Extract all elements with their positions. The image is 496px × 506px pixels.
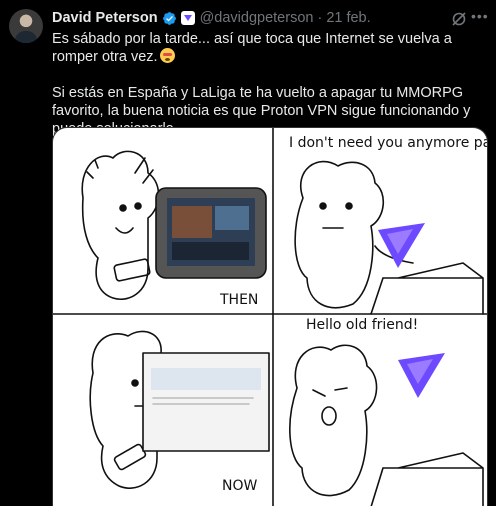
label-now: NOW: [222, 478, 258, 494]
author-name[interactable]: David Peterson: [52, 10, 158, 26]
more-icon[interactable]: •••: [471, 9, 489, 27]
proton-vpn-logo-top: [378, 223, 425, 268]
character-then: [81, 150, 160, 300]
exploding-head-emoji-icon: [159, 48, 175, 63]
proton-vpn-logo-bottom: [398, 353, 445, 398]
proton-affiliate-icon[interactable]: [180, 11, 195, 25]
tweet-header: David Peterson @davidgpeterson · 21 feb.: [52, 9, 371, 27]
tweet-text-paragraph-1: Es sábado por la tarde... así que toca q…: [52, 30, 488, 66]
comic-drawing: [53, 128, 487, 506]
character-then-right: [294, 160, 384, 309]
gamepad: [113, 258, 151, 282]
author-handle[interactable]: @davidgpeterson: [200, 10, 314, 26]
speech-bottom: Hello old friend!: [306, 317, 419, 333]
author-avatar[interactable]: [9, 9, 43, 43]
tweet[interactable]: David Peterson @davidgpeterson · 21 feb.…: [0, 0, 496, 506]
blocked-page: [142, 352, 270, 452]
controller-now: [113, 443, 147, 471]
tweet-date[interactable]: 21 feb.: [326, 10, 370, 26]
grok-icon[interactable]: [451, 11, 467, 27]
verified-badge-icon[interactable]: [162, 11, 177, 26]
tweet-image-comic[interactable]: I don't need you anymore pal. Hello old …: [52, 127, 488, 506]
label-then: THEN: [220, 292, 259, 308]
tweet-text-1: Es sábado por la tarde... así que toca q…: [52, 31, 452, 65]
character-now-right: [289, 344, 378, 497]
separator-dot: ·: [317, 10, 323, 26]
speech-top: I don't need you anymore pal.: [289, 135, 488, 151]
